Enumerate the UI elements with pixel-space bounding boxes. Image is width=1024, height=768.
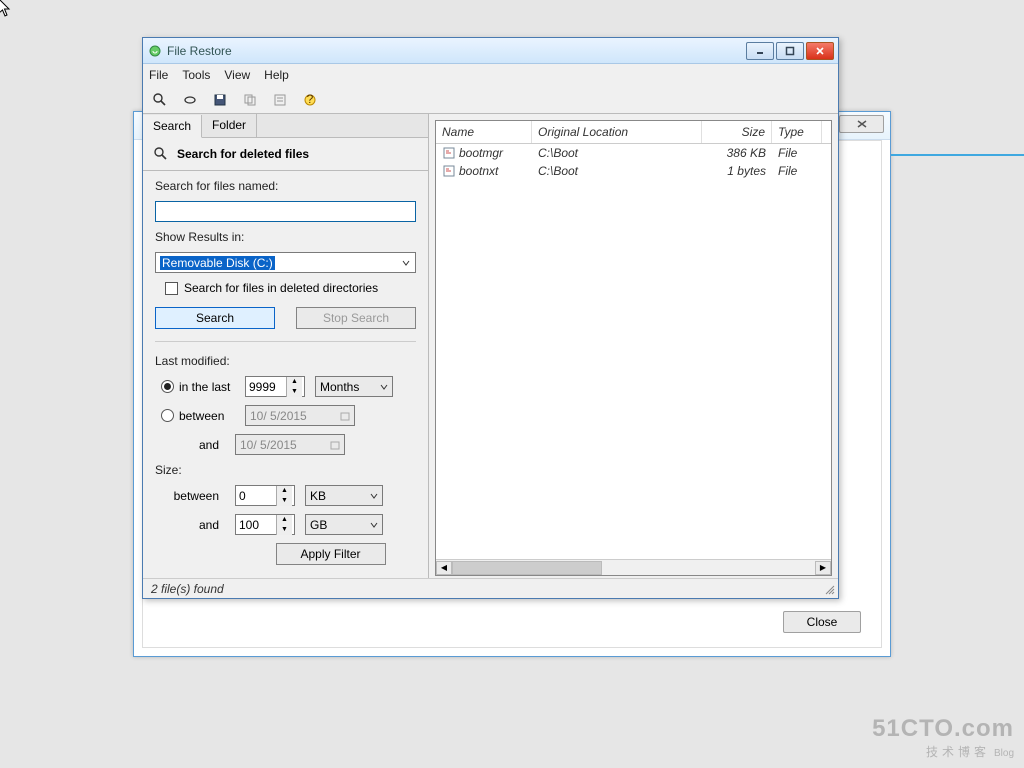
file-icon [442,164,456,178]
titlebar[interactable]: File Restore [143,38,838,64]
menu-file[interactable]: File [149,68,168,82]
deleted-dirs-checkbox[interactable] [165,282,178,295]
show-results-label: Show Results in: [155,230,416,244]
col-size[interactable]: Size [702,121,772,143]
menubar: File Tools View Help [143,64,838,86]
search-name-input[interactable] [155,201,416,222]
window-close-button[interactable] [806,42,834,60]
statusbar: 2 file(s) found [143,578,838,598]
search-header-title: Search for deleted files [177,147,309,161]
chevron-down-icon [401,258,411,268]
menu-help[interactable]: Help [264,68,289,82]
date-to-picker[interactable]: 10/ 5/2015 [235,434,345,455]
calendar-icon [340,411,350,421]
calendar-icon [330,440,340,450]
scroll-thumb[interactable] [452,561,602,575]
radio-in-the-last[interactable] [161,380,174,393]
horizontal-scrollbar[interactable]: ◀ ▶ [436,559,831,575]
named-label: Search for files named: [155,179,416,193]
tab-search[interactable]: Search [143,115,202,138]
maximize-button[interactable] [776,42,804,60]
right-pane: Name Original Location Size Type bootmgr… [429,114,838,578]
col-location[interactable]: Original Location [532,121,702,143]
file-restore-window: File Restore File Tools View Help ? Sear… [142,37,839,599]
radio-between[interactable] [161,409,174,422]
background-close-button[interactable] [839,115,884,133]
status-text: 2 file(s) found [151,582,224,596]
size-label: Size: [155,463,416,477]
copy-icon[interactable] [239,89,261,111]
menu-tools[interactable]: Tools [182,68,210,82]
in-last-spinner[interactable]: ▲▼ [245,376,305,397]
col-name[interactable]: Name [436,121,532,143]
help-icon[interactable]: ? [299,89,321,111]
tab-strip: Search Folder [143,114,428,138]
table-row[interactable]: bootnxtC:\Boot1 bytesFile [436,162,831,180]
resize-grip-icon[interactable] [824,584,836,596]
size-from-spinner[interactable]: ▲▼ [235,485,295,506]
left-pane: Search Folder Search for deleted files S… [143,114,429,578]
connector-line [891,154,1024,156]
show-results-dropdown[interactable]: Removable Disk (C:) [155,252,416,273]
size-from-unit-dropdown[interactable]: KB [305,485,383,506]
chevron-down-icon [370,521,378,529]
mouse-cursor-icon [0,0,14,20]
search-button[interactable]: Search [155,307,275,329]
search-header: Search for deleted files [143,138,428,171]
erase-icon[interactable] [179,89,201,111]
apply-filter-button[interactable]: Apply Filter [276,543,386,565]
results-list[interactable]: Name Original Location Size Type bootmgr… [435,120,832,576]
tab-folder[interactable]: Folder [202,114,257,137]
stop-search-button: Stop Search [296,307,416,329]
menu-view[interactable]: View [224,68,250,82]
window-title: File Restore [167,44,746,58]
deleted-dirs-label: Search for files in deleted directories [184,281,378,295]
close-button[interactable]: Close [783,611,861,633]
properties-icon[interactable] [269,89,291,111]
list-header[interactable]: Name Original Location Size Type [436,121,831,144]
toolbar: ? [143,86,838,114]
last-modified-label: Last modified: [155,354,416,368]
col-type[interactable]: Type [772,121,822,143]
search-icon[interactable] [149,89,171,111]
watermark: 51CTO.com 技术博客Blog [872,715,1014,760]
size-to-spinner[interactable]: ▲▼ [235,514,295,535]
minimize-button[interactable] [746,42,774,60]
svg-text:?: ? [307,92,314,106]
scroll-left-icon[interactable]: ◀ [436,561,452,575]
app-icon [147,43,163,59]
size-to-unit-dropdown[interactable]: GB [305,514,383,535]
in-last-unit-dropdown[interactable]: Months [315,376,393,397]
scroll-right-icon[interactable]: ▶ [815,561,831,575]
file-icon [442,146,456,160]
chevron-down-icon [370,492,378,500]
table-row[interactable]: bootmgrC:\Boot386 KBFile [436,144,831,162]
search-header-icon [153,146,169,162]
save-icon[interactable] [209,89,231,111]
chevron-down-icon [380,383,388,391]
date-from-picker[interactable]: 10/ 5/2015 [245,405,355,426]
